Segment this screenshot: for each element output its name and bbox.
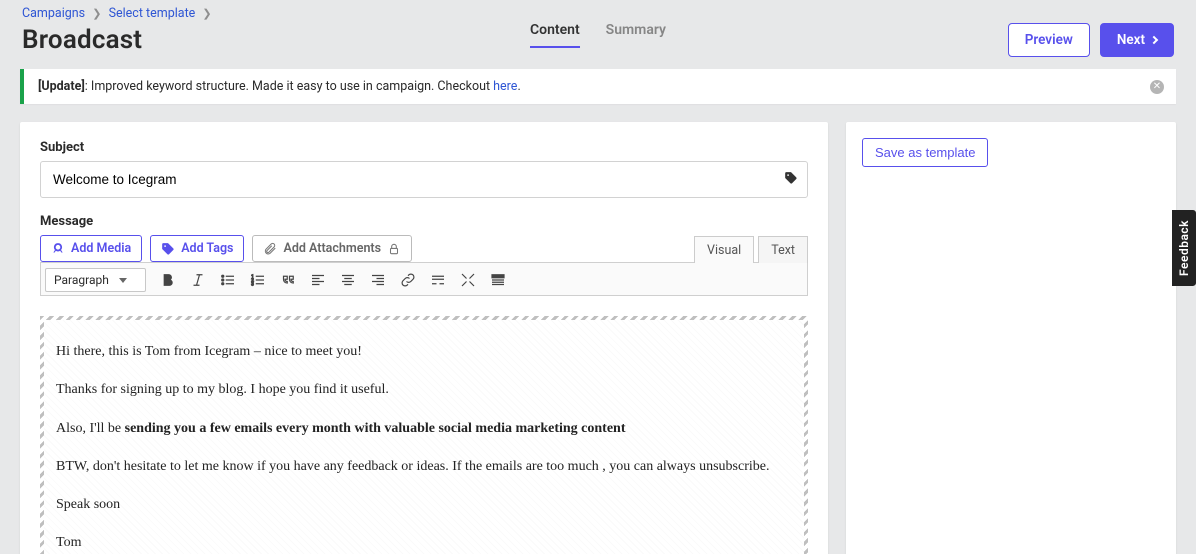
tabs: Content Summary xyxy=(530,22,666,48)
message-label: Message xyxy=(40,214,808,229)
page-title: Broadcast xyxy=(22,25,142,55)
subject-label: Subject xyxy=(40,140,808,155)
align-right-icon[interactable] xyxy=(364,267,392,293)
fullscreen-icon[interactable] xyxy=(454,267,482,293)
content-panel: Subject Message Add Media Add Tags Add A… xyxy=(20,122,828,554)
save-as-template-button[interactable]: Save as template xyxy=(862,138,988,167)
svg-text:3: 3 xyxy=(251,281,254,287)
bullet-list-icon[interactable] xyxy=(214,267,242,293)
format-select[interactable]: Paragraph xyxy=(45,268,146,292)
editor-paragraph: Speak soon xyxy=(56,495,792,515)
subject-input[interactable] xyxy=(40,161,808,198)
editor-paragraph: Hi there, this is Tom from Icegram – nic… xyxy=(56,342,792,362)
number-list-icon[interactable]: 123 xyxy=(244,267,272,293)
more-icon[interactable] xyxy=(424,267,452,293)
feedback-tab[interactable]: Feedback xyxy=(1172,210,1196,286)
notice-tag: [Update] xyxy=(38,79,85,94)
editor-paragraph: Thanks for signing up to my blog. I hope… xyxy=(56,380,792,400)
add-media-button[interactable]: Add Media xyxy=(40,235,142,262)
editor-paragraph: Tom xyxy=(56,533,792,553)
next-button[interactable]: Next xyxy=(1100,23,1174,57)
notice-text: : Improved keyword structure. Made it ea… xyxy=(85,79,493,94)
chevron-right-icon: ❯ xyxy=(92,7,101,20)
preview-button[interactable]: Preview xyxy=(1008,23,1090,57)
add-attachments-button[interactable]: Add Attachments xyxy=(252,235,412,262)
link-icon[interactable] xyxy=(394,267,422,293)
align-center-icon[interactable] xyxy=(334,267,362,293)
tag-icon[interactable] xyxy=(784,171,798,189)
mode-text[interactable]: Text xyxy=(758,236,808,263)
tab-content[interactable]: Content xyxy=(530,22,580,48)
tab-summary[interactable]: Summary xyxy=(606,22,666,48)
editor-paragraph: Also, I'll be sending you a few emails e… xyxy=(56,419,792,439)
quote-icon[interactable] xyxy=(274,267,302,293)
editor-content[interactable]: Hi there, this is Tom from Icegram – nic… xyxy=(40,316,808,554)
breadcrumb-campaigns[interactable]: Campaigns xyxy=(22,6,85,21)
notice-link[interactable]: here xyxy=(493,79,517,94)
update-notice: [Update]: Improved keyword structure. Ma… xyxy=(20,69,1176,104)
breadcrumb-select-template[interactable]: Select template xyxy=(109,6,196,21)
mode-visual[interactable]: Visual xyxy=(694,236,754,263)
align-left-icon[interactable] xyxy=(304,267,332,293)
bold-icon[interactable] xyxy=(154,267,182,293)
breadcrumb: Campaigns ❯ Select template ❯ xyxy=(22,6,1174,21)
close-icon[interactable]: ✕ xyxy=(1150,80,1164,94)
editor-toolbar: Paragraph 123 xyxy=(40,262,808,296)
lock-icon xyxy=(387,242,401,256)
chevron-right-icon: ❯ xyxy=(202,7,211,20)
sidebar-panel: Save as template xyxy=(846,122,1176,554)
italic-icon[interactable] xyxy=(184,267,212,293)
toolbar-toggle-icon[interactable] xyxy=(484,267,512,293)
editor-paragraph: BTW, don't hesitate to let me know if yo… xyxy=(56,457,792,477)
chevron-right-icon xyxy=(1150,36,1158,44)
add-tags-button[interactable]: Add Tags xyxy=(150,235,244,262)
